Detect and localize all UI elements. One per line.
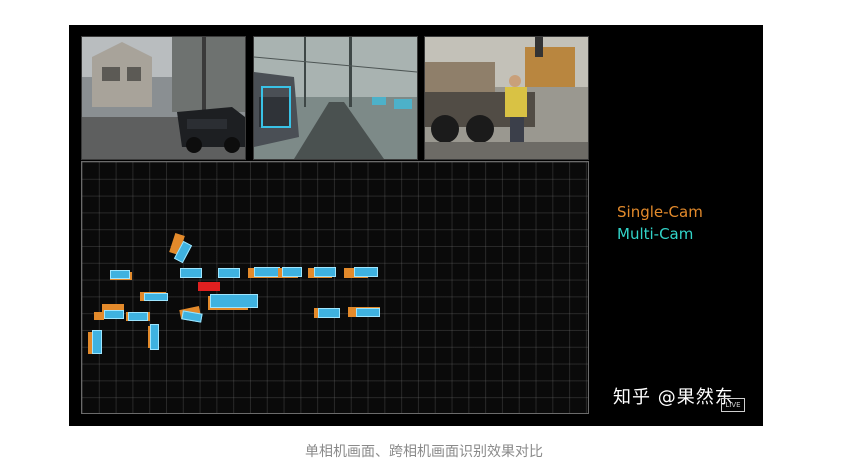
multi-cam-box — [318, 308, 340, 318]
legend-single-cam: Single-Cam — [617, 203, 703, 221]
multi-cam-box — [210, 294, 258, 308]
multi-cam-box — [110, 270, 130, 279]
multi-cam-box — [104, 310, 124, 319]
multi-cam-box — [314, 267, 336, 277]
multi-cam-box — [180, 268, 202, 278]
multi-cam-box — [254, 267, 280, 277]
watermark: 知乎 @果然东 — [613, 387, 734, 408]
single-cam-box — [94, 312, 104, 320]
multi-cam-box — [128, 312, 148, 321]
image-caption: 单相机画面、跨相机画面识别效果对比 — [305, 444, 543, 460]
live-badge: LIVE — [721, 398, 745, 412]
multi-cam-box — [218, 268, 240, 278]
multi-cam-box — [282, 267, 302, 277]
multi-cam-box — [144, 293, 168, 301]
multi-cam-box — [150, 324, 159, 350]
video-frame: Single-Cam Multi-Cam 知乎 @果然东 LIVE — [69, 25, 763, 426]
multi-cam-box — [354, 267, 378, 277]
multi-cam-box — [356, 308, 380, 317]
legend-multi-cam: Multi-Cam — [617, 225, 694, 243]
camera-view-middle — [253, 36, 418, 160]
top-down-grid-view — [81, 161, 589, 414]
multi-cam-box — [92, 330, 102, 354]
ego-vehicle-box — [198, 282, 220, 291]
camera-view-right — [424, 36, 589, 160]
camera-view-left — [81, 36, 246, 160]
legend: Single-Cam Multi-Cam — [617, 201, 703, 245]
